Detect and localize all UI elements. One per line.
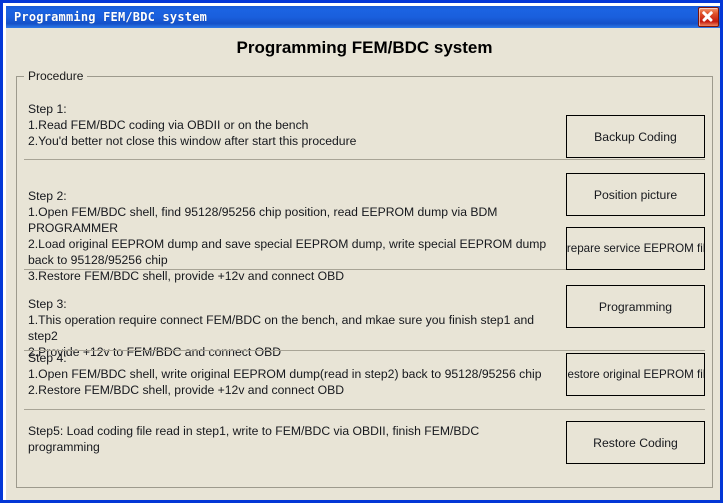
page-title: Programming FEM/BDC system: [6, 38, 723, 58]
restore-coding-button[interactable]: Restore Coding: [566, 421, 705, 464]
step-1-text: Step 1: 1.Read FEM/BDC coding via OBDII …: [28, 101, 548, 149]
procedure-group-legend: Procedure: [24, 69, 87, 83]
programming-button[interactable]: Programming: [566, 285, 705, 328]
close-icon[interactable]: [698, 7, 719, 27]
position-picture-button[interactable]: Position picture: [566, 173, 705, 216]
separator-4: [24, 409, 705, 410]
application-window: Programming FEM/BDC system Programming F…: [0, 0, 723, 503]
client-area: Programming FEM/BDC system Procedure Ste…: [6, 28, 723, 503]
backup-coding-button[interactable]: Backup Coding: [566, 115, 705, 158]
prepare-service-eeprom-file-button[interactable]: Prepare service EEPROM file: [566, 227, 705, 270]
window-title: Programming FEM/BDC system: [14, 10, 207, 24]
step-4-text: Step 4: 1.Open FEM/BDC shell, write orig…: [28, 350, 548, 398]
step-5-text: Step5: Load coding file read in step1, w…: [28, 423, 548, 455]
restore-original-eeprom-file-button[interactable]: Restore original EEPROM file: [566, 353, 705, 396]
title-bar: Programming FEM/BDC system: [6, 6, 723, 28]
separator-1: [24, 159, 705, 160]
